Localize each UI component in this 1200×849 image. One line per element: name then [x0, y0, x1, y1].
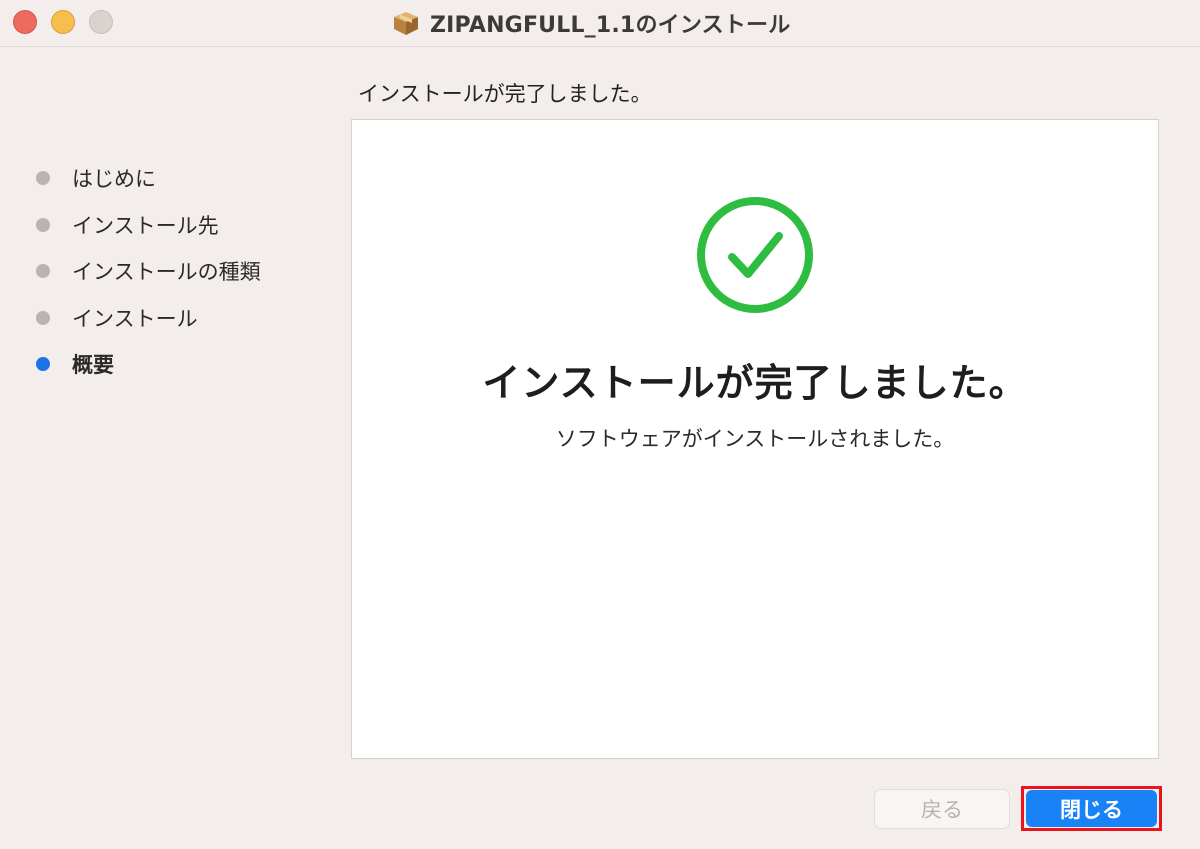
checkmark-circle-icon	[696, 196, 814, 314]
success-title: インストールが完了しました。	[482, 361, 1028, 405]
success-message: ソフトウェアがインストールされました。	[555, 427, 955, 451]
step-indicator-dot	[36, 264, 50, 279]
content-heading: インストールが完了しました。	[358, 82, 652, 106]
step-summary: 概要	[0, 341, 330, 388]
step-indicator-dot	[36, 310, 50, 325]
step-destination: インストール先	[0, 202, 330, 249]
step-label: インストールの種類	[72, 260, 261, 285]
step-label: インストール	[72, 306, 198, 331]
step-label: インストール先	[72, 213, 219, 238]
step-indicator-dot	[36, 217, 50, 232]
installer-steps-sidebar: はじめに インストール先 インストールの種類 インストール 概要	[0, 155, 330, 388]
step-label: 概要	[72, 353, 114, 378]
package-icon	[392, 10, 420, 36]
zoom-window-button[interactable]	[89, 10, 113, 34]
window-title-text: ZIPANGFULL_1.1のインストール	[430, 13, 791, 38]
step-indicator-dot-active	[36, 357, 50, 372]
step-installation: インストール	[0, 295, 330, 342]
step-installation-type: インストールの種類	[0, 248, 330, 295]
content-panel: インストールが完了しました。 ソフトウェアがインストールされました。	[351, 119, 1159, 759]
back-button[interactable]: 戻る	[874, 789, 1010, 829]
step-label: はじめに	[72, 167, 156, 192]
close-window-button[interactable]	[13, 10, 37, 34]
minimize-window-button[interactable]	[51, 10, 75, 34]
close-button[interactable]: 閉じる	[1026, 790, 1157, 827]
step-introduction: はじめに	[0, 155, 330, 202]
step-indicator-dot	[36, 171, 50, 186]
window-title: ZIPANGFULL_1.1のインストール	[392, 0, 790, 46]
title-bar: ZIPANGFULL_1.1のインストール	[0, 0, 1200, 47]
